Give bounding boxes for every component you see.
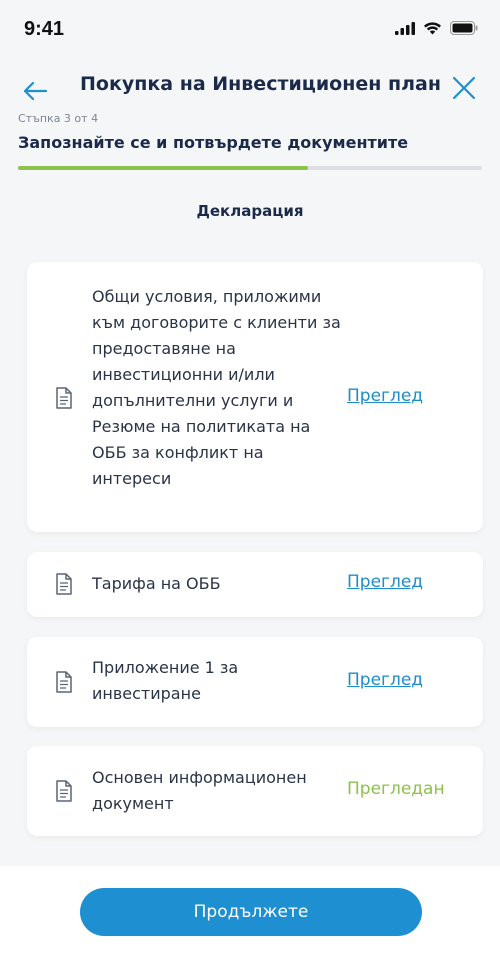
back-arrow-icon bbox=[23, 81, 48, 101]
progress-bar bbox=[18, 166, 482, 170]
status-bar: 9:41 bbox=[0, 0, 500, 60]
close-icon bbox=[452, 76, 476, 100]
review-link[interactable]: Преглед bbox=[347, 670, 423, 690]
review-link[interactable]: Преглед bbox=[347, 572, 423, 592]
document-card: Общи условия, приложими към договорите с… bbox=[27, 262, 483, 532]
document-icon bbox=[56, 671, 72, 693]
status-icons bbox=[395, 21, 478, 35]
footer: Продължете bbox=[0, 866, 500, 958]
document-card: Приложение 1 за инвестиране Преглед bbox=[27, 637, 483, 727]
page-title: Покупка на Инвестиционен план bbox=[80, 73, 441, 95]
close-button[interactable] bbox=[450, 74, 478, 102]
document-title: Приложение 1 за инвестиране bbox=[92, 658, 239, 703]
review-link[interactable]: Преглед bbox=[347, 386, 423, 406]
progress-fill bbox=[18, 166, 308, 170]
document-card: Основен информационен документ Прегледан bbox=[27, 746, 483, 836]
document-title: Общи условия, приложими към договорите с… bbox=[92, 287, 341, 488]
document-title: Основен информационен документ bbox=[92, 768, 307, 813]
reviewed-status: Прегледан bbox=[347, 779, 445, 799]
battery-icon bbox=[450, 21, 478, 35]
step-label: Стъпка 3 от 4 bbox=[18, 112, 99, 125]
document-icon bbox=[56, 780, 72, 802]
continue-button[interactable]: Продължете bbox=[80, 888, 422, 936]
document-icon bbox=[56, 387, 72, 409]
status-time: 9:41 bbox=[24, 18, 65, 40]
header: Покупка на Инвестиционен план Стъпка 3 о… bbox=[0, 60, 500, 200]
wifi-icon bbox=[424, 22, 441, 35]
document-title: Тарифа на ОББ bbox=[92, 574, 221, 593]
cellular-signal-icon bbox=[395, 21, 415, 35]
section-title: Декларация bbox=[196, 202, 304, 220]
back-button[interactable] bbox=[20, 76, 50, 106]
document-icon bbox=[56, 573, 72, 595]
document-card: Тарифа на ОББ Преглед bbox=[27, 552, 483, 617]
step-title: Запознайте се и потвърдете документите bbox=[18, 133, 409, 152]
